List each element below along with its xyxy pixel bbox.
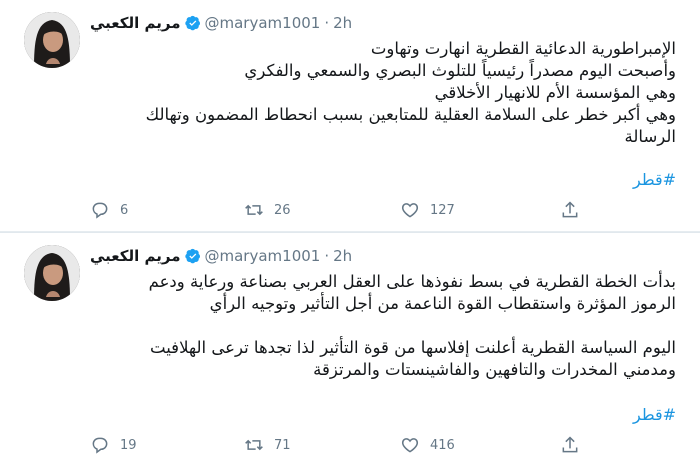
reply-icon bbox=[92, 437, 108, 454]
avatar[interactable] bbox=[24, 12, 80, 68]
timestamp[interactable]: 2h bbox=[333, 247, 352, 265]
author-name[interactable]: مريم الكعبي bbox=[90, 247, 181, 265]
hashtag-link[interactable]: #قطر bbox=[633, 170, 676, 189]
tweet[interactable]: مريم الكعبي @maryam1001 · 2h الإمبراطوري… bbox=[0, 0, 700, 232]
author-handle[interactable]: @maryam1001 bbox=[205, 14, 321, 32]
retweet-count: 71 bbox=[274, 437, 291, 453]
like-button[interactable]: 127 bbox=[400, 200, 455, 220]
share-icon bbox=[562, 201, 578, 218]
retweet-icon bbox=[245, 439, 263, 451]
tweet-actions: 6 26 127 bbox=[90, 200, 590, 222]
tweet-header: مريم الكعبي @maryam1001 · 2h bbox=[90, 12, 352, 34]
verified-badge-icon bbox=[184, 15, 200, 31]
reply-count: 6 bbox=[120, 202, 129, 218]
tweet-line: الرسالة bbox=[624, 127, 676, 146]
retweet-button[interactable]: 71 bbox=[244, 435, 291, 455]
retweet-button[interactable]: 26 bbox=[244, 200, 291, 220]
tweet-line bbox=[90, 315, 676, 337]
heart-icon bbox=[401, 203, 419, 218]
tweet[interactable]: مريم الكعبي @maryam1001 · 2h بدأت الخطة … bbox=[0, 233, 700, 466]
tweet-line: اليوم السياسة القطرية أعلنت إفلاسها من ق… bbox=[150, 338, 676, 357]
tweet-line: الرموز المؤثرة واستقطاب القوة الناعمة من… bbox=[209, 294, 676, 313]
tweet-actions: 19 71 416 bbox=[90, 435, 590, 457]
share-button[interactable] bbox=[560, 200, 590, 220]
share-icon bbox=[562, 436, 578, 453]
tweet-line: وهي أكبر خطر على السلامة العقلية للمتابع… bbox=[145, 105, 676, 124]
reply-button[interactable]: 19 bbox=[90, 435, 137, 455]
tweet-line: الإمبراطورية الدعائية القطرية انهارت وته… bbox=[370, 39, 676, 58]
separator-dot: · bbox=[324, 247, 330, 265]
like-count: 416 bbox=[430, 437, 455, 453]
verified-badge-icon bbox=[184, 248, 200, 264]
separator-dot: · bbox=[324, 14, 330, 32]
share-button[interactable] bbox=[560, 435, 590, 455]
author-name[interactable]: مريم الكعبي bbox=[90, 14, 181, 32]
tweet-header: مريم الكعبي @maryam1001 · 2h bbox=[90, 245, 352, 267]
tweet-line: وأصبحت اليوم مصدراً رئيسياً للتلوث البصر… bbox=[244, 61, 676, 80]
tweet-line: وهي المؤسسة الأم للانهيار الأخلاقي bbox=[434, 83, 676, 102]
tweet-text: بدأت الخطة القطرية في بسط نفوذها على الع… bbox=[90, 271, 676, 381]
heart-icon bbox=[401, 438, 419, 453]
like-count: 127 bbox=[430, 202, 455, 218]
tweet-line: بدأت الخطة القطرية في بسط نفوذها على الع… bbox=[148, 272, 676, 291]
author-handle[interactable]: @maryam1001 bbox=[205, 247, 321, 265]
tweet-text: الإمبراطورية الدعائية القطرية انهارت وته… bbox=[90, 38, 676, 148]
reply-count: 19 bbox=[120, 437, 137, 453]
reply-icon bbox=[92, 202, 108, 219]
like-button[interactable]: 416 bbox=[400, 435, 455, 455]
retweet-icon bbox=[245, 204, 263, 216]
timestamp[interactable]: 2h bbox=[333, 14, 352, 32]
reply-button[interactable]: 6 bbox=[90, 200, 128, 220]
tweet-line: ومدمني المخدرات والتافهين والفاشينستات و… bbox=[313, 360, 676, 379]
avatar[interactable] bbox=[24, 245, 80, 301]
hashtag-link[interactable]: #قطر bbox=[633, 405, 676, 424]
retweet-count: 26 bbox=[274, 202, 291, 218]
